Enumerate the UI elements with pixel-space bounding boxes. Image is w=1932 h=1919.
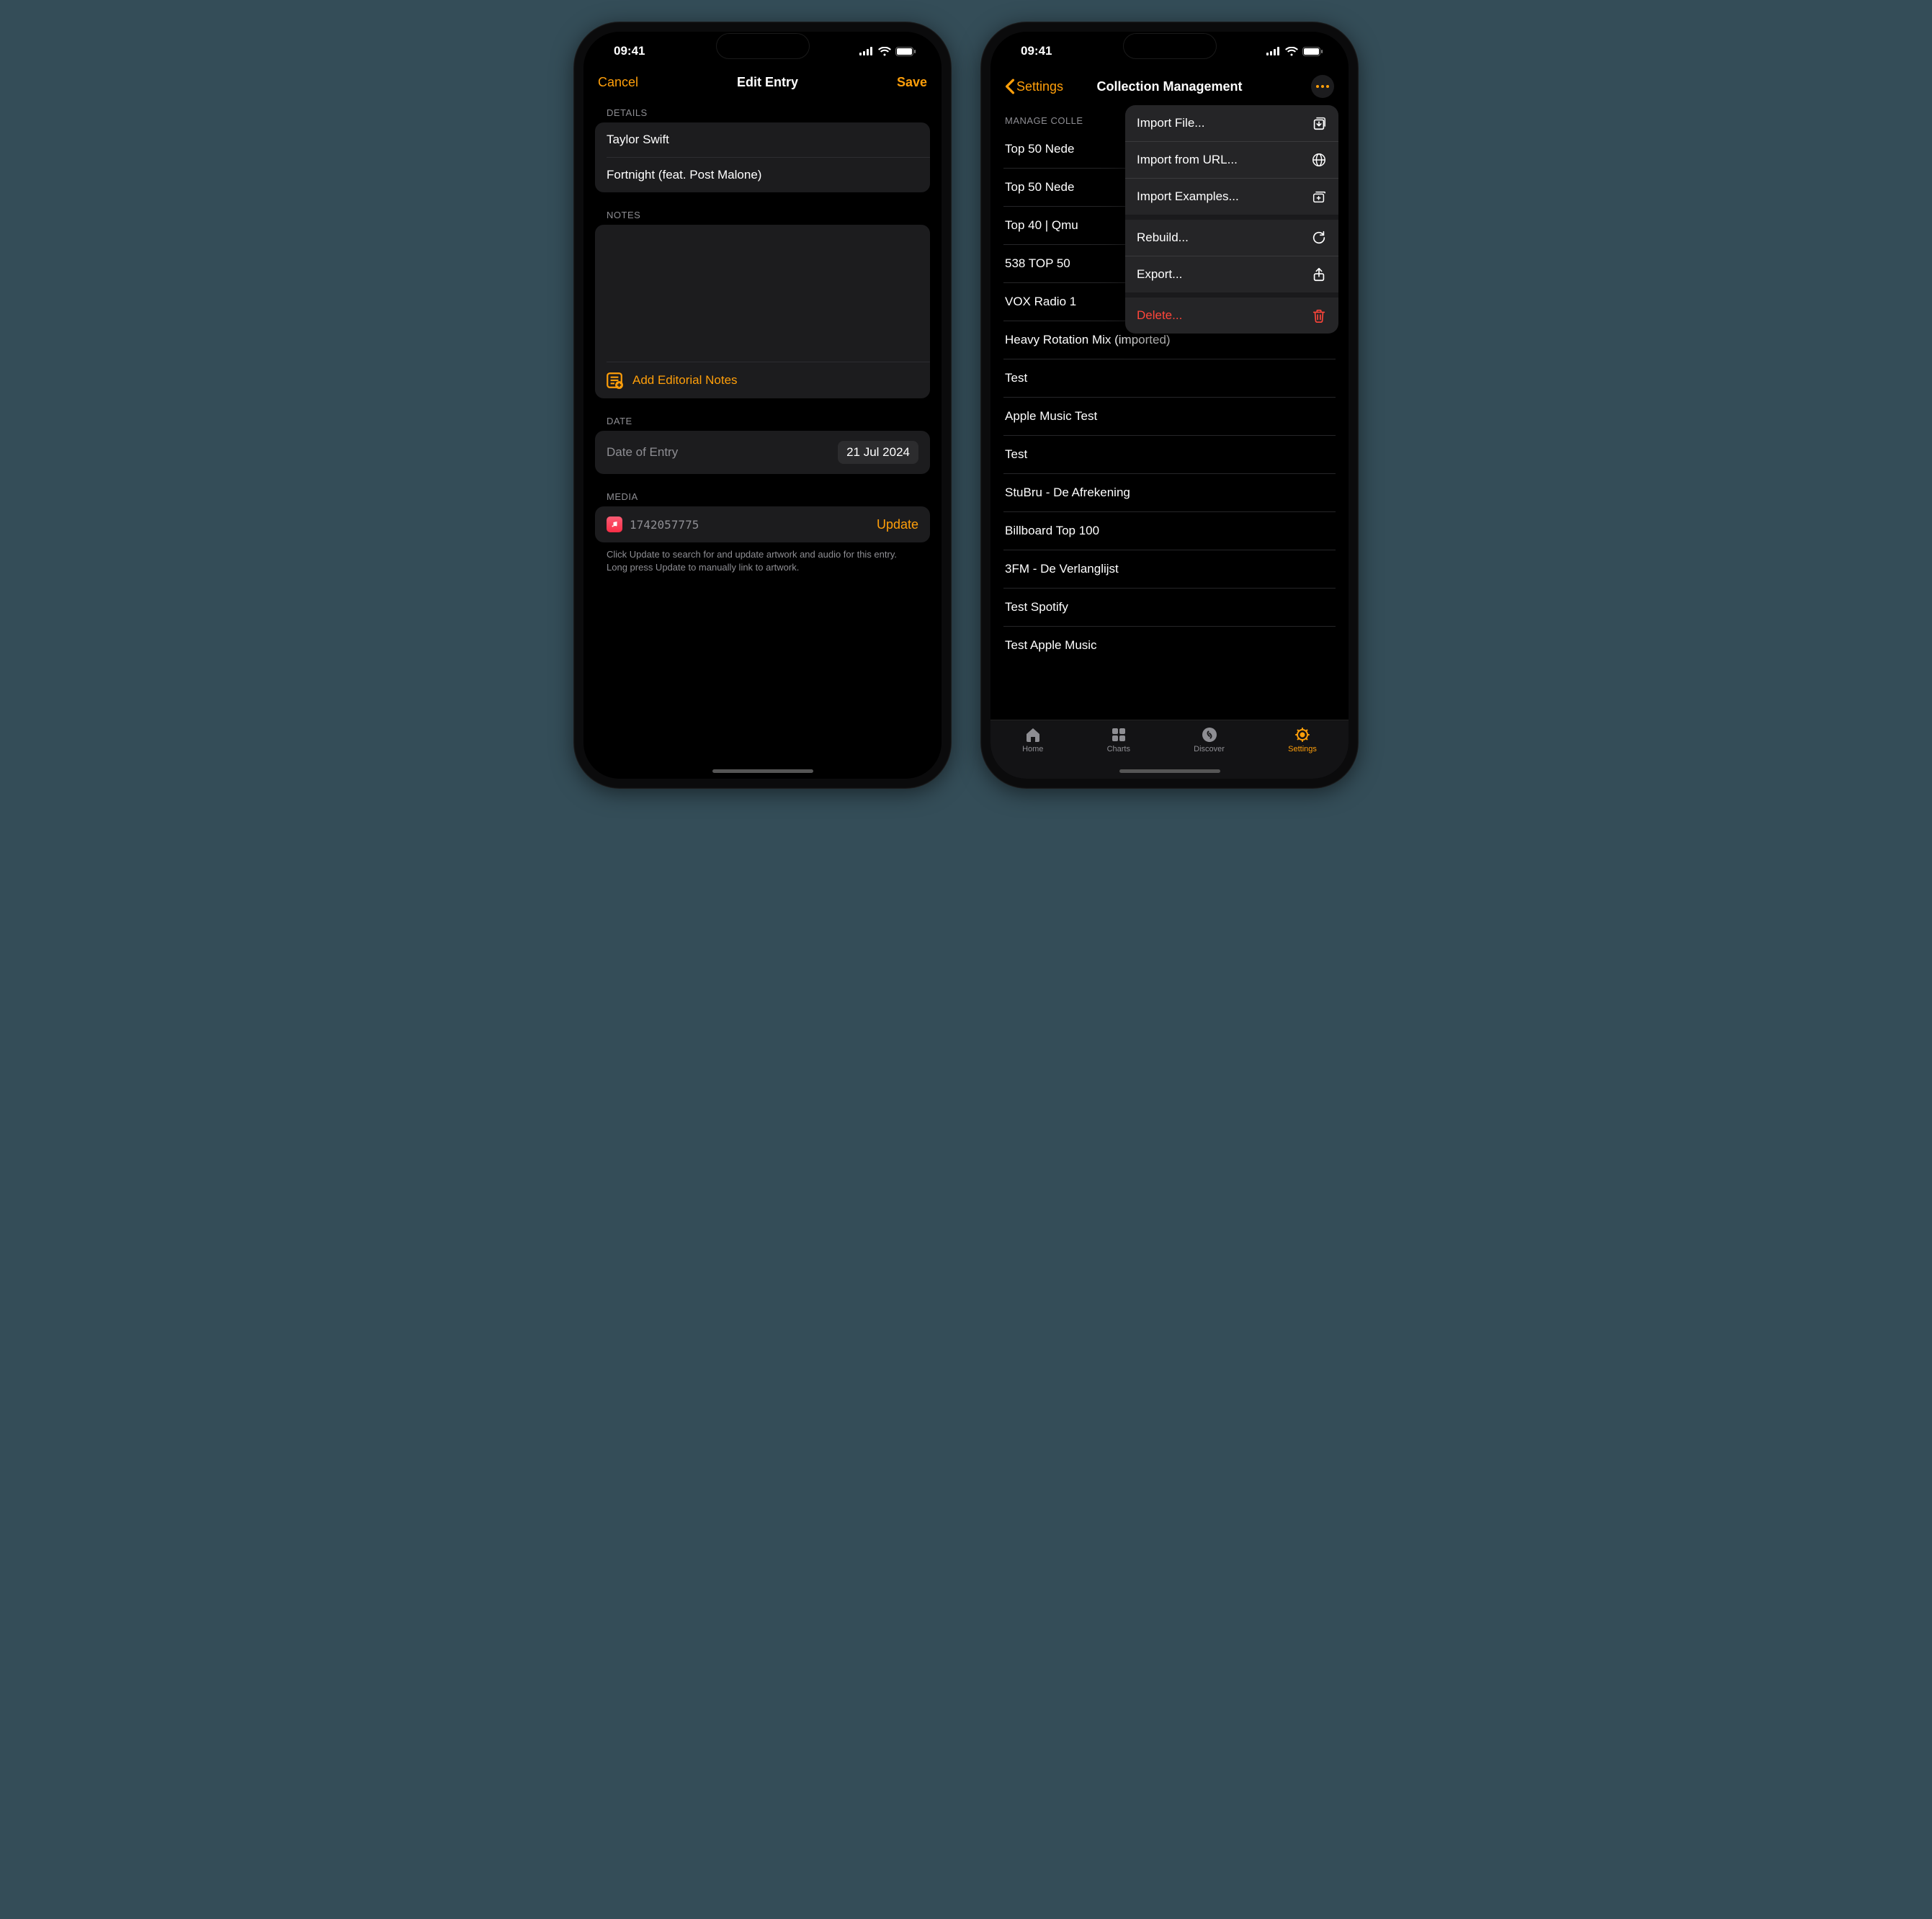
dynamic-island [716,33,810,59]
notes-textarea[interactable] [595,225,930,362]
details-header: DETAILS [607,107,930,118]
shazam-icon [1199,726,1220,743]
media-id-value: 1742057775 [630,518,699,532]
artist-field[interactable]: Taylor Swift [595,122,930,157]
battery-icon [1302,47,1323,56]
collection-row[interactable]: Apple Music Test [1003,398,1336,435]
back-button[interactable]: Settings [1005,79,1063,94]
chevron-left-icon [1005,79,1015,94]
note-add-icon [605,371,624,390]
menu-label: Import File... [1137,116,1204,130]
title-field[interactable]: Fortnight (feat. Post Malone) [595,158,930,192]
nav-title: Edit Entry [737,75,798,90]
collection-row[interactable]: Test Apple Music [1003,627,1336,664]
tab-label: Discover [1194,745,1225,753]
add-editorial-notes-button[interactable]: Add Editorial Notes [595,362,930,398]
tab-label: Settings [1288,745,1317,753]
date-row: Date of Entry 21 Jul 2024 [595,431,930,474]
menu-label: Delete... [1137,308,1182,323]
notes-header: NOTES [607,210,930,220]
tab-label: Charts [1107,745,1130,753]
collection-row[interactable]: Billboard Top 100 [1003,512,1336,550]
artist-value: Taylor Swift [607,133,669,147]
collection-row[interactable]: StuBru - De Afrekening [1003,474,1336,511]
media-header: MEDIA [607,491,930,502]
status-time: 09:41 [1021,44,1052,58]
cellular-icon [859,47,874,55]
collection-navbar: Settings Collection Management [990,71,1349,105]
home-indicator [712,769,813,773]
menu-import-url[interactable]: Import from URL... [1125,142,1338,178]
ellipsis-icon [1316,85,1329,88]
menu-import-examples[interactable]: Import Examples... [1125,179,1338,215]
add-notes-label: Add Editorial Notes [632,373,738,388]
actions-menu: Import File... Import from URL... Import… [1125,105,1338,334]
menu-label: Import Examples... [1137,189,1239,204]
globe-icon [1311,152,1327,168]
phone-left: 09:41 Cancel Edit Entry Save DETAILS Tay… [573,22,952,789]
menu-export[interactable]: Export... [1125,256,1338,292]
status-time: 09:41 [614,44,645,58]
stack-plus-icon [1311,189,1327,205]
collection-row[interactable]: Test Spotify [1003,589,1336,626]
cancel-button[interactable]: Cancel [598,75,638,90]
menu-delete[interactable]: Delete... [1125,298,1338,334]
phone-right: 09:41 Settings Collection Management MAN… [980,22,1359,789]
menu-import-file[interactable]: Import File... [1125,105,1338,141]
home-icon [1023,726,1043,743]
edit-entry-navbar: Cancel Edit Entry Save [583,71,942,97]
cellular-icon [1266,47,1281,55]
title-value: Fortnight (feat. Post Malone) [607,168,761,182]
tab-discover[interactable]: Discover [1194,726,1225,753]
media-row: 1742057775 Update [595,506,930,542]
tab-home[interactable]: Home [1022,726,1043,753]
save-button[interactable]: Save [897,75,927,90]
grid-icon [1109,726,1129,743]
status-icons [1266,47,1323,56]
share-icon [1311,267,1327,282]
collection-row[interactable]: Test [1003,436,1336,473]
screen-left: 09:41 Cancel Edit Entry Save DETAILS Tay… [583,32,942,779]
trash-icon [1311,308,1327,323]
battery-icon [895,47,916,56]
update-button[interactable]: Update [877,517,918,532]
date-picker[interactable]: 21 Jul 2024 [838,441,918,464]
status-icons [859,47,916,56]
details-card: Taylor Swift Fortnight (feat. Post Malon… [595,122,930,192]
menu-label: Rebuild... [1137,231,1189,245]
more-button[interactable] [1311,75,1334,98]
tab-settings[interactable]: Settings [1288,726,1317,753]
nav-title: Collection Management [1096,79,1242,94]
divider-thick [1125,215,1338,220]
home-indicator [1119,769,1220,773]
date-header: DATE [607,416,930,426]
notes-card: Add Editorial Notes [595,225,930,398]
menu-label: Import from URL... [1137,153,1238,167]
dynamic-island [1123,33,1217,59]
refresh-icon [1311,230,1327,246]
collection-row[interactable]: 3FM - De Verlanglijst [1003,550,1336,588]
tab-charts[interactable]: Charts [1107,726,1130,753]
media-hint: Click Update to search for and update ar… [607,548,918,573]
divider-thick [1125,292,1338,298]
wifi-icon [878,47,891,56]
import-file-icon [1311,115,1327,131]
apple-music-icon [607,516,622,532]
screen-right: 09:41 Settings Collection Management MAN… [990,32,1349,779]
menu-label: Export... [1137,267,1182,282]
media-card: 1742057775 Update [595,506,930,542]
menu-rebuild[interactable]: Rebuild... [1125,220,1338,256]
back-label: Settings [1016,79,1063,94]
collection-content: MANAGE COLLE Top 50 NedeTop 50 NedeTop 4… [990,105,1349,720]
date-label: Date of Entry [607,445,678,460]
gear-icon [1292,726,1312,743]
tab-label: Home [1022,745,1043,753]
date-card: Date of Entry 21 Jul 2024 [595,431,930,474]
wifi-icon [1285,47,1298,56]
edit-entry-content: DETAILS Taylor Swift Fortnight (feat. Po… [583,97,942,779]
collection-row[interactable]: Test [1003,359,1336,397]
